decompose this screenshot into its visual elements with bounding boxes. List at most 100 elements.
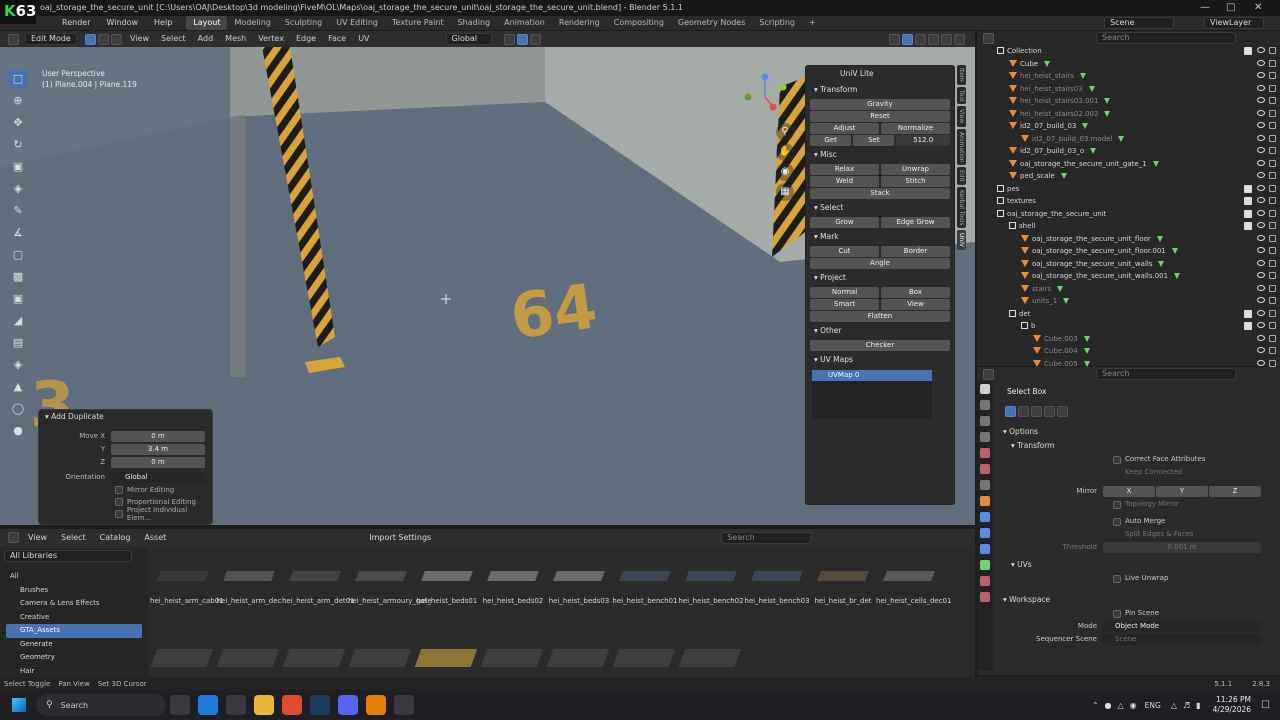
outliner-object-row[interactable]: hei_heist_stairs03.001 xyxy=(977,95,1280,108)
edge-select-icon[interactable] xyxy=(98,33,109,45)
menu-view[interactable]: View xyxy=(124,31,155,47)
render-camera-icon[interactable] xyxy=(1269,72,1276,79)
outliner-object-row[interactable]: Cube xyxy=(977,58,1280,71)
tab-animation[interactable]: Animation xyxy=(957,128,966,166)
outliner-object-row[interactable]: oaj_storage_the_secure_unit_floor xyxy=(977,233,1280,246)
maximize-icon[interactable]: □ xyxy=(1226,2,1235,13)
transform-orientation-selector[interactable]: Global xyxy=(445,33,492,45)
visibility-eye-icon[interactable] xyxy=(1257,147,1265,153)
outliner-object-row[interactable]: oaj_storage_the_secure_unit_walls.001 xyxy=(977,270,1280,283)
correct-face-checkbox[interactable]: Correct Face Attributes xyxy=(1003,453,1273,466)
mode-extend-icon[interactable] xyxy=(1018,406,1029,417)
get-button[interactable]: Get xyxy=(810,135,852,146)
language-indicator[interactable]: ENG xyxy=(1145,701,1161,710)
asset-tile[interactable]: hei_heist_arm_det01 xyxy=(282,557,355,606)
outliner-collection-row[interactable]: pes xyxy=(977,183,1280,196)
render-camera-icon[interactable] xyxy=(1269,122,1276,129)
topology-mirror-checkbox[interactable]: Topology Mirror xyxy=(1003,498,1273,511)
overlay-icon[interactable] xyxy=(889,33,900,45)
stack-button[interactable]: Stack xyxy=(810,188,950,199)
bevel-icon[interactable]: ◢ xyxy=(9,312,27,330)
render-tab-icon[interactable] xyxy=(980,400,990,410)
measure-icon[interactable]: ∡ xyxy=(9,224,27,242)
asset-thumbnail[interactable] xyxy=(480,649,544,667)
tray-chevron-icon[interactable]: ⌃ xyxy=(1092,701,1099,710)
render-camera-icon[interactable] xyxy=(1269,84,1276,92)
proportional-icon[interactable] xyxy=(529,33,541,45)
edge-browser-icon[interactable] xyxy=(198,695,218,715)
xray-icon[interactable] xyxy=(902,33,913,45)
solid-shading-icon[interactable] xyxy=(928,33,939,45)
browser-editor-icon[interactable] xyxy=(8,532,19,543)
exclude-checkbox[interactable] xyxy=(1244,322,1252,330)
normalize-button[interactable]: Normalize xyxy=(881,123,950,134)
outliner-collection-row[interactable]: det xyxy=(977,308,1280,321)
view-button[interactable]: View xyxy=(881,299,950,310)
spin-icon[interactable]: ◯ xyxy=(9,400,27,418)
normal-button[interactable]: Normal xyxy=(810,287,879,298)
outliner-collection-row[interactable]: oaj_storage_the_secure_unit xyxy=(977,208,1280,221)
workspace-section[interactable]: ▾ Workspace xyxy=(1003,593,1273,607)
visibility-eye-icon[interactable] xyxy=(1257,209,1265,216)
reset-button[interactable]: Reset xyxy=(810,111,950,122)
weld-button[interactable]: Weld xyxy=(810,176,879,187)
outliner-object-row[interactable]: id2_07_build_03 xyxy=(977,120,1280,133)
univ-project-header[interactable]: ▾ Project xyxy=(806,270,954,286)
tab-item[interactable]: Item xyxy=(957,65,966,85)
visibility-eye-icon[interactable] xyxy=(1257,272,1265,278)
render-camera-icon[interactable] xyxy=(1269,197,1276,204)
workspace-tab-modeling[interactable]: Modeling xyxy=(227,16,277,30)
exclude-checkbox[interactable] xyxy=(1244,209,1252,218)
outliner-object-row[interactable]: Cube.003 xyxy=(977,333,1280,346)
menu-vertex[interactable]: Vertex xyxy=(252,31,290,47)
import-settings-dropdown[interactable]: Import Settings xyxy=(369,533,431,542)
smooth-icon[interactable]: ● xyxy=(9,422,27,440)
outliner-object-row[interactable]: id2_07_build_03_o xyxy=(977,145,1280,158)
render-camera-icon[interactable] xyxy=(1269,97,1276,104)
asset-thumbnail[interactable] xyxy=(150,649,214,667)
outliner-editor-icon[interactable] xyxy=(983,32,994,44)
checker-button[interactable]: Checker xyxy=(810,340,950,351)
asset-thumbnail[interactable] xyxy=(612,649,676,667)
outliner-object-row[interactable]: stairs xyxy=(977,283,1280,296)
select-box-icon[interactable]: □ xyxy=(9,70,27,88)
cursor-icon[interactable]: ⊕ xyxy=(9,92,27,110)
output-tab-icon[interactable] xyxy=(980,416,990,426)
tab-kerbal-tools[interactable]: Kerbal Tools xyxy=(957,186,966,229)
catalog-item[interactable]: Creative xyxy=(6,611,142,625)
exclude-checkbox[interactable] xyxy=(1244,222,1252,230)
tool-tab-icon[interactable] xyxy=(980,384,990,394)
particles-tab-icon[interactable] xyxy=(980,528,990,538)
outliner-search-input[interactable]: Search xyxy=(1096,32,1236,44)
mode-selector[interactable]: Edit Mode xyxy=(25,33,77,45)
workspace-tab-compositing[interactable]: Compositing xyxy=(607,16,671,30)
univ-select-header[interactable]: ▾ Select xyxy=(806,200,954,216)
browser-menu-view[interactable]: View xyxy=(21,533,54,542)
outliner-object-row[interactable]: oaj_storage_the_secure_unit_gate_1 xyxy=(977,158,1280,171)
exclude-checkbox[interactable] xyxy=(1244,47,1252,55)
border-button[interactable]: Border xyxy=(881,246,950,257)
visibility-eye-icon[interactable] xyxy=(1257,347,1265,353)
sequencer-field[interactable]: Scene xyxy=(1103,634,1261,645)
asset-tile[interactable]: hei_heist_armoury_gate xyxy=(348,557,432,606)
render-camera-icon[interactable] xyxy=(1269,47,1276,54)
visibility-eye-icon[interactable] xyxy=(1257,297,1265,303)
visibility-eye-icon[interactable] xyxy=(1257,84,1265,91)
modifier-tab-icon[interactable] xyxy=(980,512,990,522)
tab-view[interactable]: View xyxy=(957,106,966,127)
mode-subtract-icon[interactable] xyxy=(1031,406,1042,417)
workspace-tab-layout[interactable]: Layout xyxy=(186,16,228,30)
view-layer-tab-icon[interactable] xyxy=(980,432,990,442)
mode-set-icon[interactable] xyxy=(1005,406,1016,417)
outliner-object-row[interactable]: Cube.004 xyxy=(977,345,1280,358)
adjust-button[interactable]: Adjust xyxy=(810,123,879,134)
visibility-eye-icon[interactable] xyxy=(1257,259,1265,266)
asset-thumbnail[interactable] xyxy=(414,649,478,667)
options-section[interactable]: ▾ Options xyxy=(1003,425,1273,439)
catalog-item[interactable]: Geometry xyxy=(6,651,142,665)
asset-thumbnail[interactable] xyxy=(282,649,346,667)
asset-thumbnail[interactable] xyxy=(216,649,280,667)
exclude-checkbox[interactable] xyxy=(1244,309,1252,318)
visibility-eye-icon[interactable] xyxy=(1257,184,1265,191)
catalog-item[interactable]: Hair xyxy=(6,665,142,679)
